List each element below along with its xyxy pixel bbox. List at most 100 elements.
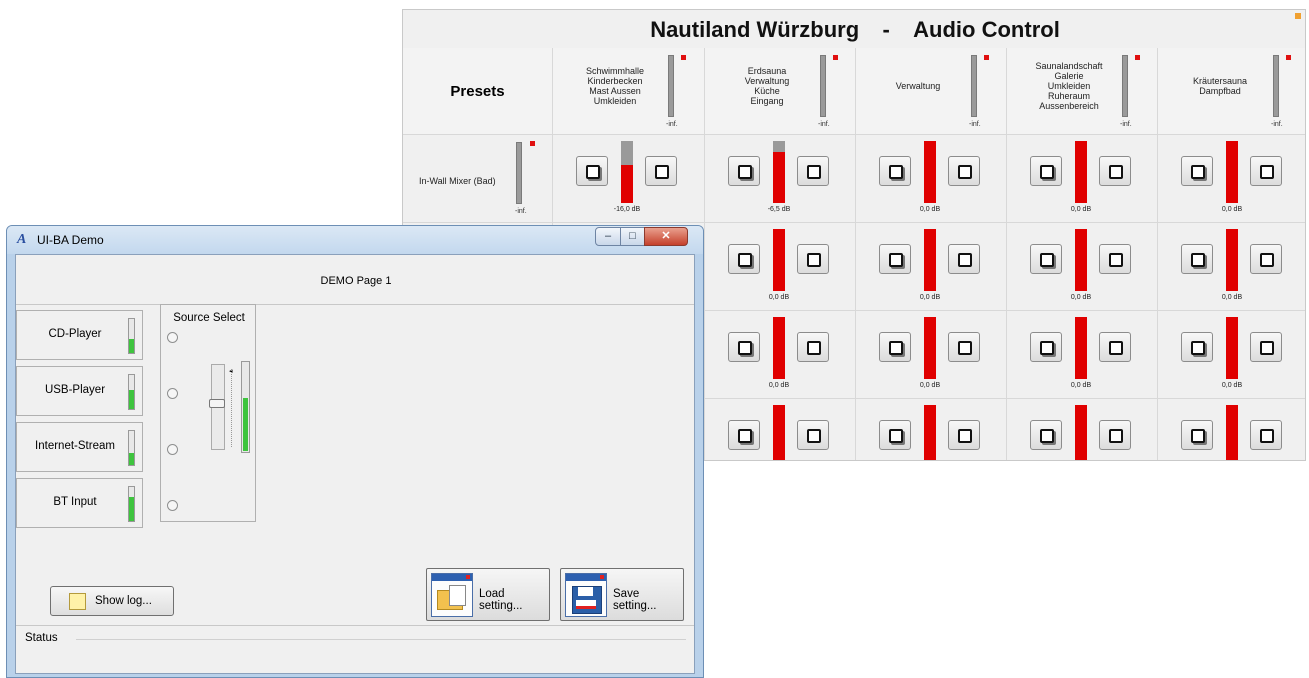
mixer-cell: 0,0 dB: [1158, 135, 1305, 223]
preset-store-button[interactable]: [1099, 156, 1131, 186]
level-fader[interactable]: [773, 405, 785, 460]
preset-cell[interactable]: Kräutersauna Dampfbad -inf.: [1158, 48, 1305, 135]
preset-recall-button[interactable]: [728, 332, 760, 362]
preset-cell[interactable]: Saunalandschaft Galerie Umkleiden Ruheraum A…: [1007, 48, 1158, 135]
mixer-cell: -6,5 dB: [705, 135, 856, 223]
show-log-button[interactable]: Show log...: [50, 586, 174, 616]
preset-store-button[interactable]: [797, 420, 829, 450]
close-button[interactable]: ✕: [644, 227, 688, 246]
master-level-fill: [243, 398, 248, 451]
recall-icon: [738, 429, 752, 443]
source-cd-player[interactable]: CD-Player: [16, 310, 143, 360]
source-level-meter: [128, 430, 135, 466]
recall-icon: [1191, 253, 1205, 267]
radio-source-3[interactable]: [167, 444, 178, 455]
minimize-button[interactable]: –: [595, 227, 621, 246]
source-bt-input[interactable]: BT Input: [16, 478, 143, 528]
preset-recall-button[interactable]: [1030, 244, 1062, 274]
preset-store-button[interactable]: [797, 244, 829, 274]
level-fader[interactable]: [1226, 405, 1238, 460]
db-readout: 0,0 dB: [768, 382, 790, 389]
level-fader[interactable]: [924, 317, 936, 379]
preset-recall-button[interactable]: [728, 244, 760, 274]
save-setting-button[interactable]: Save setting...: [560, 568, 684, 621]
store-icon: [958, 341, 972, 355]
preset-store-button[interactable]: [948, 156, 980, 186]
source-usb-player[interactable]: USB-Player: [16, 366, 143, 416]
preset-store-button[interactable]: [948, 332, 980, 362]
preset-store-button[interactable]: [1099, 332, 1131, 362]
slider-knob[interactable]: [209, 399, 225, 408]
presets-header-cell: Presets: [403, 48, 553, 135]
level-fader[interactable]: [1075, 317, 1087, 379]
preset-recall-button[interactable]: [1181, 244, 1213, 274]
level-fader[interactable]: [773, 229, 785, 291]
preset-store-button[interactable]: [948, 244, 980, 274]
preset-store-button[interactable]: [1250, 244, 1282, 274]
preset-store-button[interactable]: [1250, 156, 1282, 186]
preset-recall-button[interactable]: [879, 332, 911, 362]
preset-store-button[interactable]: [797, 156, 829, 186]
level-fader[interactable]: [1226, 141, 1238, 203]
recall-icon: [1040, 253, 1054, 267]
preset-recall-button[interactable]: [1030, 156, 1062, 186]
preset-recall-button[interactable]: [728, 156, 760, 186]
window-titlebar[interactable]: A UI-BA Demo – □ ✕: [7, 226, 703, 254]
store-icon: [1260, 429, 1274, 443]
preset-store-button[interactable]: [948, 420, 980, 450]
preset-store-button[interactable]: [797, 332, 829, 362]
preset-recall-button[interactable]: [1181, 156, 1213, 186]
preset-recall-button[interactable]: [728, 420, 760, 450]
level-fader[interactable]: [924, 141, 936, 203]
preset-cell[interactable]: Erdsauna Verwaltung Küche Eingang -inf.: [705, 48, 856, 135]
preset-indicator: [1286, 55, 1291, 60]
level-fader[interactable]: [1226, 229, 1238, 291]
level-fader[interactable]: [1075, 229, 1087, 291]
preset-recall-button[interactable]: [576, 156, 608, 186]
open-folder-icon: [431, 573, 473, 617]
volume-slider[interactable]: [209, 364, 225, 450]
radio-source-1[interactable]: [167, 332, 178, 343]
level-fader[interactable]: [1075, 141, 1087, 203]
radio-source-4[interactable]: [167, 500, 178, 511]
window-client-area: DEMO Page 1 CD-Player USB-Player Internet-…: [15, 254, 695, 674]
mixer-cell: -16,0 dB: [553, 135, 705, 223]
preset-recall-button[interactable]: [879, 420, 911, 450]
load-setting-button[interactable]: Load setting...: [426, 568, 550, 621]
db-readout: 0,0 dB: [1070, 206, 1092, 213]
preset-store-button[interactable]: [1250, 420, 1282, 450]
preset-level-text: -inf.: [1271, 121, 1283, 128]
source-internet-stream[interactable]: Internet-Stream: [16, 422, 143, 472]
preset-recall-button[interactable]: [1181, 420, 1213, 450]
preset-cell[interactable]: Schwimmhalle Kinderbecken Mast Aussen Umkle…: [553, 48, 705, 135]
level-fader[interactable]: [1075, 405, 1087, 460]
db-readout: 0,0 dB: [1221, 294, 1243, 301]
master-level-meter: [241, 361, 250, 453]
preset-store-button[interactable]: [1250, 332, 1282, 362]
preset-store-button[interactable]: [1099, 420, 1131, 450]
radio-source-2[interactable]: [167, 388, 178, 399]
preset-recall-button[interactable]: [1030, 332, 1062, 362]
level-fader[interactable]: [924, 405, 936, 460]
presets-label: Presets: [450, 83, 505, 100]
preset-recall-button[interactable]: [879, 156, 911, 186]
preset-name: Verwaltung: [895, 81, 941, 91]
level-fader[interactable]: [621, 141, 633, 203]
level-fader[interactable]: [773, 141, 785, 203]
preset-recall-button[interactable]: [1181, 332, 1213, 362]
preset-level-meter: [971, 55, 977, 117]
preset-indicator: [833, 55, 838, 60]
maximize-button[interactable]: □: [620, 227, 645, 246]
mixer-cell: 0,0 dB: [705, 311, 856, 399]
preset-store-button[interactable]: [645, 156, 677, 186]
preset-cell[interactable]: Verwaltung -inf.: [856, 48, 1007, 135]
mixer-cell: [705, 399, 856, 460]
fader-empty: [773, 141, 785, 152]
save-disk-icon: [565, 573, 607, 617]
level-fader[interactable]: [773, 317, 785, 379]
preset-recall-button[interactable]: [879, 244, 911, 274]
level-fader[interactable]: [1226, 317, 1238, 379]
preset-recall-button[interactable]: [1030, 420, 1062, 450]
preset-store-button[interactable]: [1099, 244, 1131, 274]
level-fader[interactable]: [924, 229, 936, 291]
